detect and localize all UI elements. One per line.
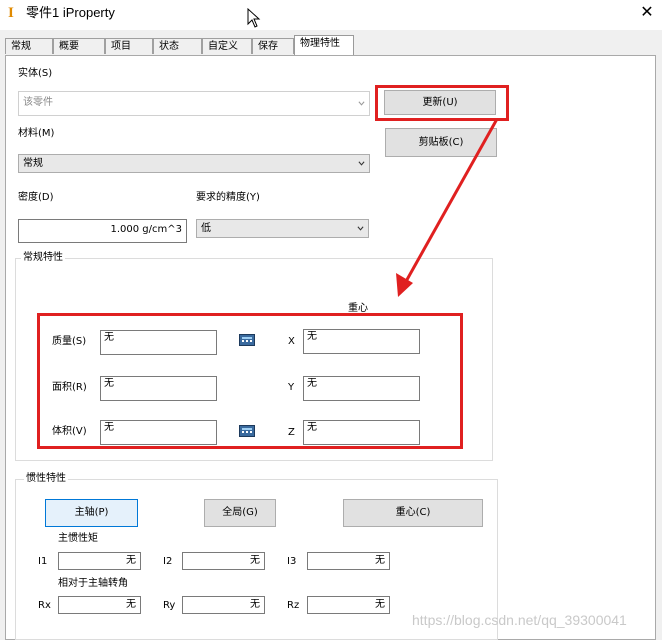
rx-label: Rx xyxy=(38,600,51,611)
window-title: 零件1 iProperty xyxy=(26,5,115,20)
tab-save[interactable]: 保存 xyxy=(252,38,294,54)
accuracy-label: 要求的精度(Y) xyxy=(196,192,260,203)
i2-field[interactable]: 无 xyxy=(182,552,265,570)
density-field[interactable]: 1.000 g/cm^3 xyxy=(18,219,187,243)
chevron-down-icon xyxy=(358,160,365,166)
principal-axis-button[interactable]: 主轴(P) xyxy=(45,499,138,527)
inventor-app-icon: I xyxy=(8,5,14,21)
close-icon[interactable]: ✕ xyxy=(633,0,661,26)
accuracy-dropdown[interactable]: 低 xyxy=(196,219,369,238)
tab-custom[interactable]: 自定义 xyxy=(202,38,252,54)
general-properties-title: 常规特性 xyxy=(21,252,65,264)
material-dropdown[interactable]: 常规 xyxy=(18,154,370,173)
inertia-properties-title: 惯性特性 xyxy=(24,473,68,485)
rx-field[interactable]: 无 xyxy=(58,596,141,614)
entity-dropdown[interactable]: 该零件 xyxy=(18,91,370,116)
i1-field[interactable]: 无 xyxy=(58,552,141,570)
title-bar: I 零件1 iProperty ✕ xyxy=(0,0,662,30)
material-label: 材料(M) xyxy=(18,128,55,139)
tab-summary[interactable]: 概要 xyxy=(53,38,105,54)
entity-value: 该零件 xyxy=(23,97,53,108)
rz-field[interactable]: 无 xyxy=(307,596,390,614)
watermark-text: https://blog.csdn.net/qq_39300041 xyxy=(412,612,627,628)
tab-status[interactable]: 状态 xyxy=(153,38,202,54)
tab-general[interactable]: 常规 xyxy=(5,38,53,54)
tab-project[interactable]: 项目 xyxy=(105,38,153,54)
i2-label: I2 xyxy=(163,556,173,567)
global-button[interactable]: 全局(G) xyxy=(204,499,276,527)
ry-field[interactable]: 无 xyxy=(182,596,265,614)
ry-label: Ry xyxy=(163,600,176,611)
centroid-button[interactable]: 重心(C) xyxy=(343,499,483,527)
i3-field[interactable]: 无 xyxy=(307,552,390,570)
annotation-highlight-general xyxy=(37,313,463,449)
chevron-down-icon xyxy=(358,100,365,106)
cursor-icon xyxy=(247,8,261,28)
annotation-arrow xyxy=(396,118,499,297)
rotation-label: 相对于主轴转角 xyxy=(58,578,128,589)
entity-label: 实体(S) xyxy=(18,68,53,79)
material-value: 常规 xyxy=(23,158,43,169)
tab-physical[interactable]: 物理特性 xyxy=(294,35,354,55)
rz-label: Rz xyxy=(287,600,300,611)
accuracy-value: 低 xyxy=(201,223,211,234)
principal-moments-label: 主惯性矩 xyxy=(58,533,98,544)
density-label: 密度(D) xyxy=(18,192,54,203)
chevron-down-icon xyxy=(357,225,364,231)
i3-label: I3 xyxy=(287,556,297,567)
i1-label: I1 xyxy=(38,556,48,567)
